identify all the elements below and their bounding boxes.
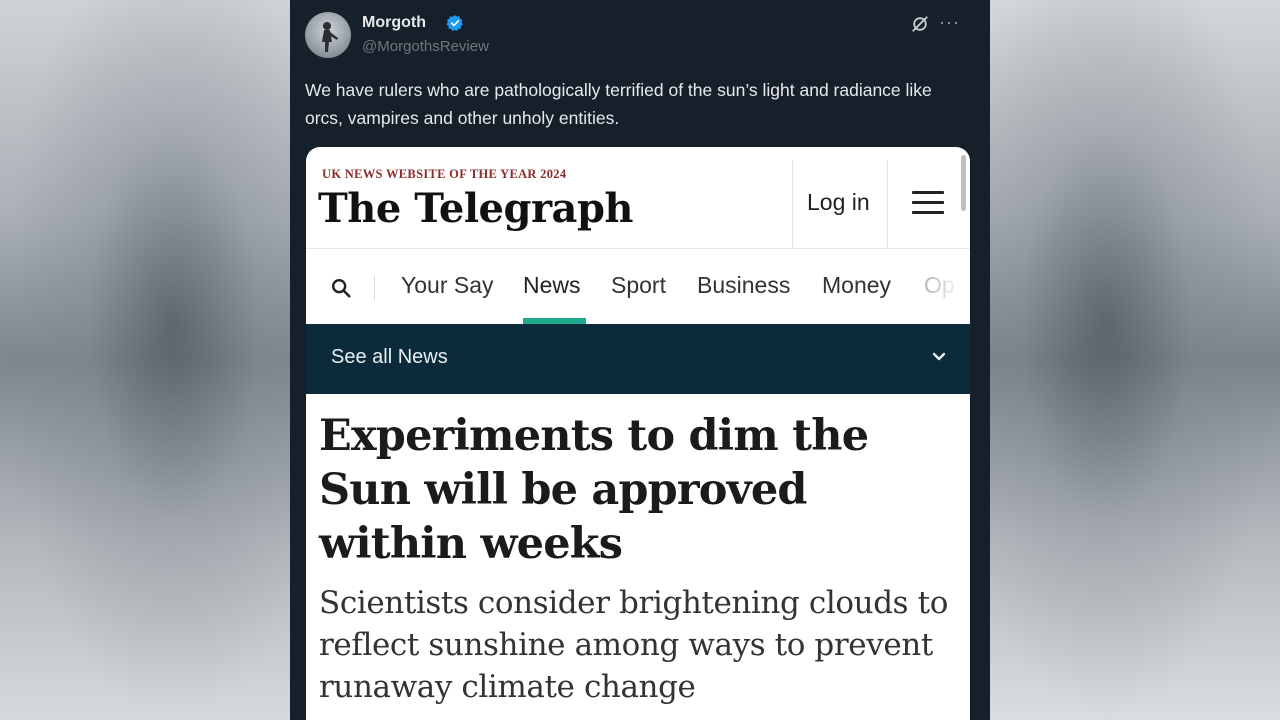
tweet-header: Morgoth @MorgothsReview ···	[305, 12, 975, 60]
award-banner: UK NEWS WEBSITE OF THE YEAR 2024	[322, 167, 567, 181]
nav-fade	[930, 250, 970, 324]
grok-icon[interactable]	[910, 14, 930, 34]
tweet-card: Morgoth @MorgothsReview ··· We have rule…	[290, 0, 990, 720]
chevron-down-icon	[932, 352, 946, 361]
author-name[interactable]: Morgoth	[362, 14, 426, 32]
nav-item-money[interactable]: Money	[822, 272, 891, 299]
tweet-text: We have rulers who are pathologically te…	[305, 80, 932, 128]
nav-item-news[interactable]: News	[523, 272, 581, 299]
article-headline: Experiments to dim the Sun will be appro…	[319, 411, 869, 569]
scrollbar[interactable]	[961, 155, 966, 211]
see-all-news-bar[interactable]: See all News	[306, 324, 970, 394]
login-button[interactable]: Log in	[807, 189, 870, 216]
author-handle[interactable]: @MorgothsReview	[362, 38, 489, 55]
see-all-news-label: See all News	[331, 346, 448, 368]
avatar-figure-icon	[322, 22, 338, 52]
article-card[interactable]: UK NEWS WEBSITE OF THE YEAR 2024 The Tel…	[306, 147, 970, 720]
background-left	[0, 0, 290, 720]
section-nav: Your Say News Sport Business Money Op	[306, 250, 970, 324]
hamburger-menu-icon[interactable]	[912, 191, 944, 215]
telegraph-logo[interactable]: The Telegraph	[318, 185, 634, 232]
nav-item-business[interactable]: Business	[697, 272, 790, 299]
search-icon[interactable]	[330, 277, 352, 299]
nav-separator	[374, 276, 375, 300]
verified-badge-icon	[446, 15, 463, 32]
nav-item-your-say[interactable]: Your Say	[401, 272, 494, 299]
avatar[interactable]	[305, 12, 351, 58]
more-options-icon[interactable]: ···	[939, 12, 960, 33]
telegraph-masthead: UK NEWS WEBSITE OF THE YEAR 2024 The Tel…	[306, 147, 970, 249]
background-right	[990, 0, 1280, 720]
nav-item-sport[interactable]: Sport	[611, 272, 666, 299]
login-box: Log in	[792, 161, 888, 247]
article-subheadline: Scientists consider brightening clouds t…	[319, 585, 948, 705]
